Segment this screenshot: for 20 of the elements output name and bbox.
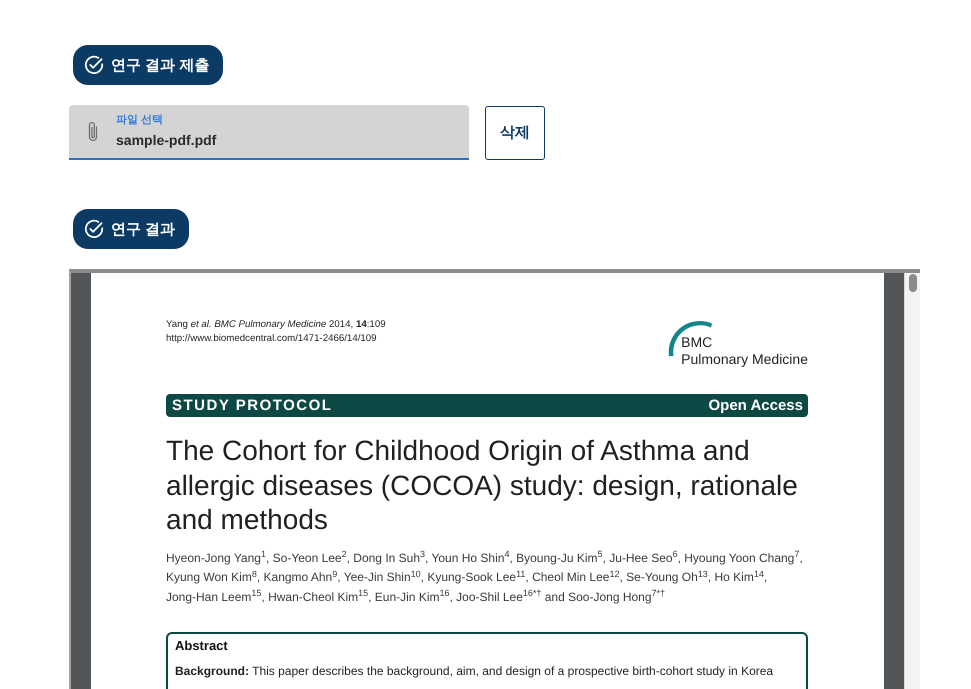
article-url: http://www.biomedcentral.com/1471-2466/14/109 bbox=[166, 332, 378, 346]
badge-label: 연구 결과 bbox=[111, 222, 176, 236]
article-title: The Cohort for Childhood Origin of Asthma and allergic diseases (COCOA) study: design, rationale and methods bbox=[166, 434, 799, 537]
author-list: Hyeon-Jong Yang$^{1}$, So-Yeon Lee$^{2}$, Dong In Suh$^{3}$, Youn Ho Shin$^{4}$, Byoung-Ju Kim$^{5}$, Ju-Hee Seo$^{6}$, Hyoung Yoon Chang$^{7}$, Kyung Won Kim$^{8}$, Kangmo Ahn$^{9}$, Yee-Jin Shin$^{10}$, Kyung-Sook Lee$^{11}$, Cheol Min Lee$^{12}$, Se-Young Oh$^{13}$, Ho Kim$^{14}$, Jong-Han Leem$^{15}$, Hwan-Cheol Kim$^{15}$, Eun-Jin Kim$^{16}$, Joo-Shil Lee$^{16*†}$ and Soo-Jong Hong$^{7*†}$ bbox=[166, 548, 808, 607]
citation-line: Yang et al. BMC Pulmonary Medicine 2014, 14:109 bbox=[166, 318, 386, 332]
article-type-label: STUDY PROTOCOL bbox=[172, 398, 332, 413]
scrollbar-thumb[interactable] bbox=[908, 274, 916, 292]
paperclip-icon bbox=[87, 120, 99, 142]
journal-logo-text: Pulmonary Medicine bbox=[681, 351, 808, 368]
floating-label: 파일 선택 bbox=[116, 113, 164, 127]
abstract-heading: Abstract bbox=[175, 637, 229, 655]
check-circle-icon bbox=[84, 219, 104, 239]
file-input-field[interactable]: 파일 선택 sample-pdf.pdf bbox=[69, 105, 469, 160]
delete-button[interactable]: 삭제 bbox=[485, 106, 545, 160]
access-label: Open Access bbox=[708, 398, 803, 413]
abstract-text: Background: This paper describes the background, aim, and design of a prospective birth-cohort study in Korea bbox=[175, 662, 774, 680]
badge-label: 연구 결과 제출 bbox=[111, 58, 210, 72]
file-name: sample-pdf.pdf bbox=[116, 131, 216, 150]
journal-logo-text: BMC bbox=[681, 334, 714, 351]
check-circle-icon bbox=[84, 55, 104, 75]
